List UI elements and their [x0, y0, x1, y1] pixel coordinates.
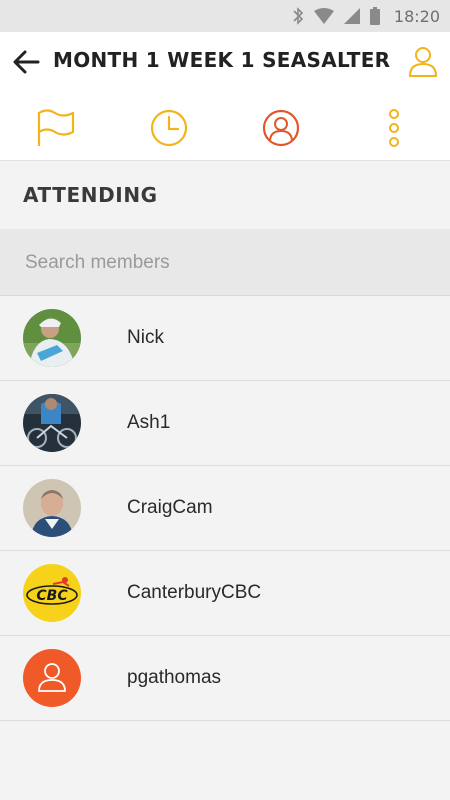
list-item[interactable]: Nick	[0, 296, 450, 381]
section-header: ATTENDING	[0, 161, 450, 228]
list-item[interactable]: CraigCam	[0, 466, 450, 551]
status-bar: 18:20	[0, 0, 450, 32]
member-name: pgathomas	[127, 667, 222, 688]
search-input[interactable]	[23, 247, 427, 279]
list-item[interactable]: CBC CanterburyCBC	[0, 551, 450, 636]
person-icon	[262, 109, 300, 147]
tab-bar	[0, 106, 450, 150]
avatar	[23, 479, 81, 537]
tab-attending[interactable]	[259, 106, 303, 150]
app-bar: MONTH 1 WEEK 1 SEASALTER	[0, 32, 450, 161]
tab-schedule[interactable]	[147, 106, 191, 150]
search-bar	[0, 229, 450, 296]
clock-icon	[150, 109, 188, 147]
avatar	[23, 394, 81, 452]
member-list: Nick Ash1 CraigCam CBC CanterburyCBC pga…	[0, 296, 450, 721]
more-vertical-icon	[389, 109, 399, 147]
list-item[interactable]: Ash1	[0, 381, 450, 466]
tab-details[interactable]	[34, 106, 78, 150]
avatar-placeholder	[23, 649, 81, 707]
club-logo: CBC	[23, 564, 81, 622]
member-name: CanterburyCBC	[127, 582, 262, 603]
wifi-icon	[313, 8, 334, 24]
user-profile-icon[interactable]	[408, 44, 438, 78]
flag-icon	[37, 109, 75, 146]
battery-icon	[369, 7, 380, 25]
signal-icon	[343, 8, 360, 24]
member-name: Ash1	[127, 412, 171, 433]
status-time: 18:20	[393, 6, 440, 26]
list-item[interactable]: pgathomas	[0, 636, 450, 721]
section-title: ATTENDING	[23, 183, 158, 207]
tab-more[interactable]	[372, 106, 416, 150]
bluetooth-icon	[293, 7, 304, 25]
member-name: CraigCam	[127, 497, 213, 518]
page-title: MONTH 1 WEEK 1 SEASALTER	[53, 48, 391, 72]
svg-text:CBC: CBC	[36, 588, 68, 604]
member-name: Nick	[127, 327, 164, 348]
person-icon	[38, 663, 66, 692]
avatar	[23, 309, 81, 367]
back-arrow-icon[interactable]	[10, 46, 42, 78]
